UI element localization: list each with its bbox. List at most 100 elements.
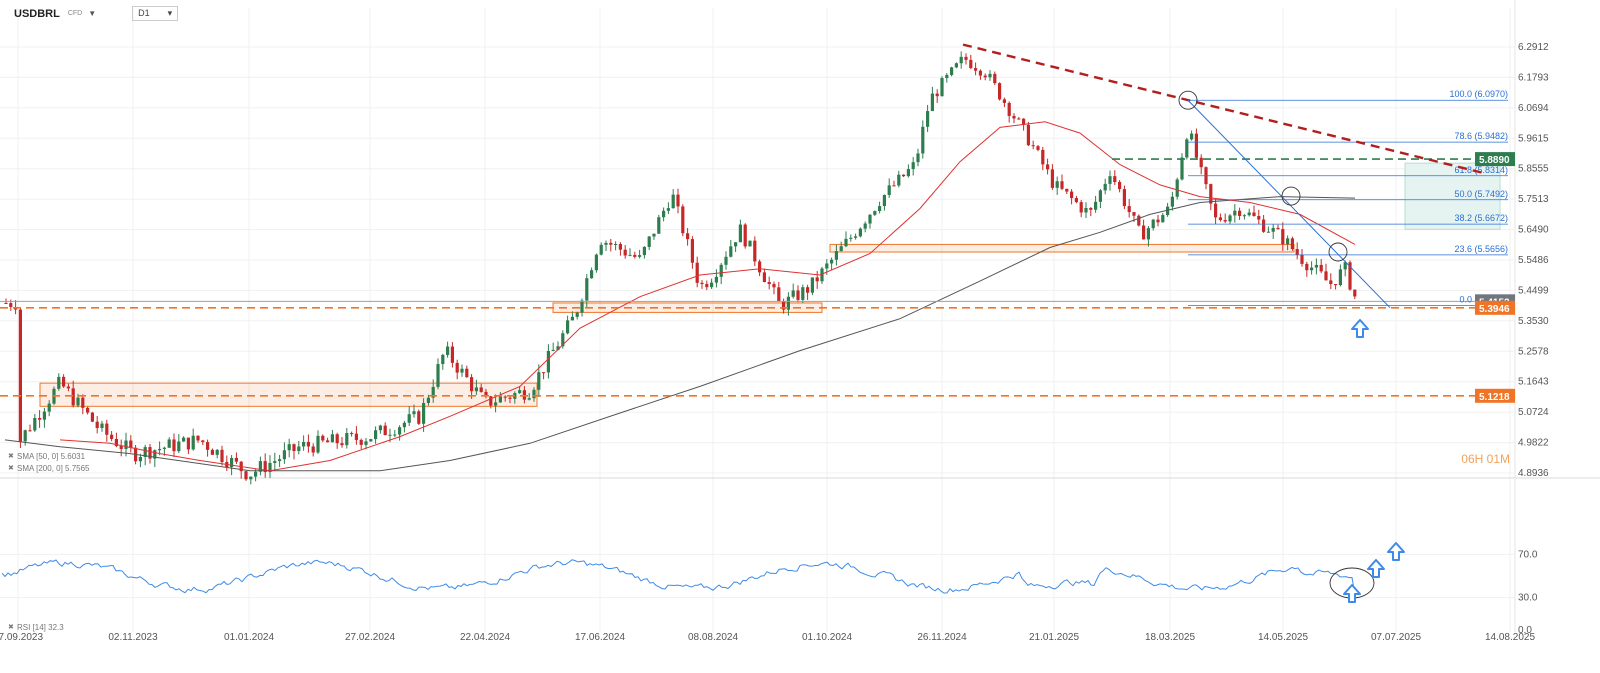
candle: [892, 185, 896, 187]
candle: [215, 449, 219, 455]
candle: [359, 439, 363, 445]
candle: [546, 350, 550, 373]
candle: [580, 300, 584, 313]
candle: [460, 368, 464, 373]
candle: [1314, 264, 1318, 268]
candle: [930, 93, 934, 112]
candle: [1031, 145, 1035, 147]
price-axis-tick: 4.8936: [1518, 468, 1549, 479]
rsi-arrow: [1343, 584, 1361, 603]
candle: [791, 290, 795, 297]
candle: [1252, 212, 1256, 217]
candle: [878, 206, 882, 212]
candle: [719, 264, 723, 277]
candle: [1266, 231, 1270, 233]
candle: [1098, 190, 1102, 202]
candle: [398, 427, 402, 435]
candle: [1199, 157, 1203, 168]
candle: [81, 397, 85, 408]
timeframe-label: D1: [138, 8, 150, 18]
candle: [652, 233, 656, 237]
candle: [441, 354, 445, 365]
price-axis-tick: 5.5486: [1518, 255, 1549, 266]
candle: [446, 346, 450, 355]
trendline: [962, 43, 1483, 174]
candle: [124, 440, 128, 449]
candle: [916, 153, 920, 163]
price-axis-tick: 5.9615: [1518, 133, 1549, 144]
candle: [1305, 263, 1309, 271]
candle: [378, 425, 382, 431]
candle: [527, 398, 531, 400]
rsi-axis-tick: 70.0: [1518, 549, 1538, 560]
candle: [585, 278, 589, 301]
candle: [873, 211, 877, 215]
candle: [1026, 124, 1030, 146]
candle: [57, 376, 61, 389]
candle: [508, 397, 512, 399]
sma-200-line: [4, 196, 1356, 472]
candle: [724, 256, 728, 265]
date-axis-tick: 07.07.2025: [1371, 632, 1421, 643]
candle: [974, 68, 978, 71]
candle: [412, 411, 416, 415]
candle: [1324, 271, 1328, 281]
candle: [748, 240, 752, 247]
candle: [326, 440, 330, 443]
candle: [945, 74, 949, 79]
symbol-dropdown-icon[interactable]: ▼: [88, 9, 96, 18]
candle: [594, 254, 598, 271]
candle: [810, 277, 814, 293]
candle: [1180, 157, 1184, 180]
candle: [1281, 229, 1285, 245]
fib-level-label: 100.0 (6.0970): [1449, 89, 1508, 99]
candle: [374, 430, 378, 440]
candle: [1300, 254, 1304, 264]
candle: [86, 407, 90, 413]
candle: [1238, 210, 1242, 216]
candle: [1113, 176, 1117, 183]
candle: [393, 434, 397, 436]
price-axis-tick: 5.6490: [1518, 225, 1549, 236]
candle: [474, 387, 478, 392]
arrow-up-icon: [1351, 319, 1369, 338]
candle: [1079, 202, 1083, 213]
candle: [1295, 249, 1299, 255]
chart-area[interactable]: 100.0 (6.0970) 78.6 (5.9482) 61.8 (5.8314)…: [0, 0, 1600, 668]
candle: [1228, 215, 1232, 222]
candle: [858, 228, 862, 237]
candle: [158, 448, 162, 451]
candle: [1017, 118, 1021, 120]
timeframe-select[interactable]: D1 ▾: [132, 6, 179, 21]
symbol-label[interactable]: USDBRL: [14, 8, 60, 20]
candle: [71, 388, 75, 406]
candle: [354, 433, 358, 440]
candle: [177, 441, 181, 452]
candle: [1156, 219, 1160, 223]
candle: [489, 396, 493, 406]
candle: [796, 290, 800, 300]
candle: [1002, 99, 1006, 103]
candle: [436, 364, 440, 387]
candle: [767, 282, 771, 285]
candle: [1247, 212, 1251, 216]
candle: [297, 446, 301, 452]
candle: [734, 242, 738, 247]
candle: [570, 316, 574, 321]
candle: [738, 224, 742, 243]
candle: [1041, 149, 1045, 165]
candle: [863, 223, 867, 229]
price-chart[interactable]: 100.0 (6.0970)78.6 (5.9482)61.8 (5.8314)…: [0, 0, 1600, 668]
candle: [1310, 267, 1314, 271]
candle: [518, 390, 522, 394]
candle: [66, 386, 70, 389]
candle: [657, 217, 661, 234]
candle: [1142, 225, 1146, 240]
candle: [921, 126, 925, 154]
candle: [758, 261, 762, 273]
candle: [666, 208, 670, 211]
candle: [825, 263, 829, 269]
candle: [311, 446, 315, 453]
date-axis-tick: 07.09.2023: [0, 632, 43, 643]
fib-level-label: 38.2 (5.6672): [1454, 213, 1508, 223]
